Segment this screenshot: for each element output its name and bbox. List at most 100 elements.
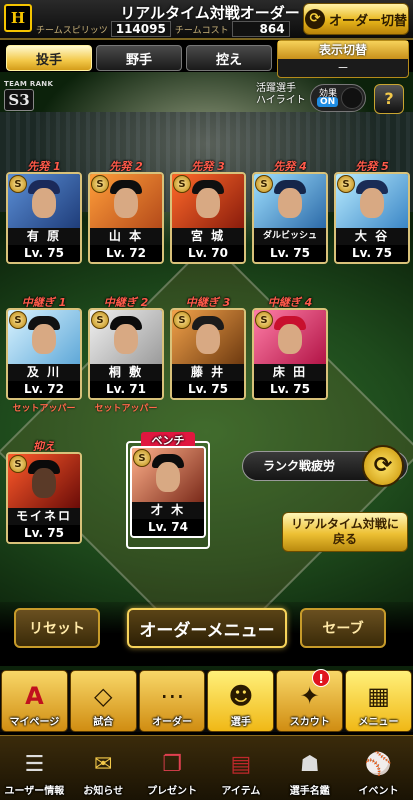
tab-reserve[interactable]: 控え <box>186 45 272 71</box>
nav-label: イベント <box>358 786 399 797</box>
nav-order[interactable]: ⋯ オーダー <box>138 670 206 732</box>
cycle-icon[interactable]: ⟳ <box>362 445 404 487</box>
player-name: 宮 城 <box>172 228 244 245</box>
player-face <box>278 324 302 354</box>
player-level: Lv. 72 <box>90 245 162 262</box>
player-card-reliever-3[interactable]: 中継ぎ 3 S 藤 井 Lv. 75 <box>169 294 247 400</box>
effect-toggle[interactable]: 効果 ON <box>310 84 366 112</box>
card-frame: S 有 原 Lv. 75 <box>6 172 82 264</box>
player-name: 及 川 <box>8 364 80 381</box>
player-card-reliever-1[interactable]: 中継ぎ 1 S 及 川 Lv. 72 セットアッパー <box>5 294 83 414</box>
team-spirit-value: 114095 <box>110 21 171 37</box>
nav-label: プレゼント <box>147 786 198 797</box>
nav-label: 選手名鑑 <box>289 786 330 797</box>
menu-icon: ▦ <box>367 682 390 710</box>
player-name: ダルビッシュ <box>254 228 326 245</box>
rank-s-icon: S <box>9 175 27 193</box>
player-face <box>196 324 220 354</box>
nav-label: マイページ <box>9 717 60 728</box>
rank-s-icon: S <box>173 175 191 193</box>
player-card-reliever-4[interactable]: 中継ぎ 4 S 床 田 Lv. 75 <box>251 294 329 400</box>
rank-s-icon: S <box>133 449 151 467</box>
save-button[interactable]: セーブ <box>300 608 386 648</box>
player-name: 大 谷 <box>336 228 408 245</box>
nav-players[interactable]: ☻ 選手 <box>207 670 275 732</box>
player-face <box>114 188 138 218</box>
player-level: Lv. 71 <box>90 381 162 398</box>
nav-label: メニュー <box>358 717 399 728</box>
player-card-starter-3[interactable]: 先発 3 S 宮 城 Lv. 70 <box>169 158 247 264</box>
player-name: 床 田 <box>254 364 326 381</box>
player-name: 山 本 <box>90 228 162 245</box>
effect-toggle-state: ON <box>317 97 339 107</box>
player-card-bench[interactable]: ベンチ S 才 木 Lv. 74 <box>129 432 207 538</box>
back-to-realtime-button[interactable]: リアルタイム対戦に 戻る <box>282 512 408 552</box>
card-frame: S 床 田 Lv. 75 <box>252 308 328 400</box>
reset-button[interactable]: リセット <box>14 608 100 648</box>
player-card-closer[interactable]: 抑え S モイネロ Lv. 75 <box>5 438 83 544</box>
order-switch-button[interactable]: ⟳ オーダー切替 <box>303 3 409 35</box>
card-frame: S 山 本 Lv. 72 <box>88 172 164 264</box>
nav-label: 選手 <box>230 717 251 728</box>
card-role: 中継ぎ 3 <box>185 296 231 309</box>
item-icon: ▤ <box>230 752 252 777</box>
nav-news[interactable]: ✉ お知らせ <box>69 736 138 800</box>
secondary-nav: ☰ ユーザー情報 ✉ お知らせ ❐ プレゼント ▤ アイテム ☗ 選手名鑑 ⚾ … <box>0 735 413 800</box>
player-level: Lv. 75 <box>254 381 326 398</box>
nav-present[interactable]: ❐ プレゼント <box>138 736 207 800</box>
card-frame: S 及 川 Lv. 72 <box>6 308 82 400</box>
nav-event[interactable]: ⚾ イベント <box>344 736 413 800</box>
player-face <box>32 468 56 498</box>
player-name: モイネロ <box>8 508 80 525</box>
nav-label: オーダー <box>152 717 193 728</box>
player-card-reliever-2[interactable]: 中継ぎ 2 S 桐 敷 Lv. 71 セットアッパー <box>87 294 165 414</box>
nav-mypage[interactable]: A マイページ <box>1 670 68 732</box>
player-level: Lv. 75 <box>254 245 326 262</box>
user-info-icon: ☰ <box>24 752 45 777</box>
card-frame: S ダルビッシュ Lv. 75 <box>252 172 328 264</box>
player-card-starter-1[interactable]: 先発 1 S 有 原 Lv. 75 <box>5 158 83 264</box>
display-switch-value: － <box>336 61 349 75</box>
news-icon: ✉ <box>94 752 113 777</box>
player-card-starter-2[interactable]: 先発 2 S 山 本 Lv. 72 <box>87 158 165 264</box>
card-role: 先発 1 <box>27 160 61 173</box>
order-menu-button[interactable]: オーダーメニュー <box>127 608 287 648</box>
display-switch-button[interactable]: 表示切替 － <box>277 40 409 78</box>
team-stats: チームスピリッツ 114095 チームコスト 864 <box>36 21 294 37</box>
player-face <box>32 188 56 218</box>
team-cost-label: チームコスト <box>174 25 229 36</box>
nav-label: ユーザー情報 <box>4 786 65 797</box>
nav-player-directory[interactable]: ☗ 選手名鑑 <box>275 736 344 800</box>
scout-icon: ✦ <box>299 682 320 710</box>
player-face <box>278 188 302 218</box>
page-title: リアルタイム対戦オーダー <box>120 4 300 22</box>
nav-scout[interactable]: ✦ スカウト ! <box>276 669 344 732</box>
player-name: 有 原 <box>8 228 80 245</box>
primary-nav: A マイページ ◇ 試合 ⋯ オーダー ☻ 選手 ✦ スカウト ! ▦ メニュー <box>0 669 413 732</box>
bench-label: ベンチ <box>141 432 195 447</box>
card-role: 先発 2 <box>109 160 143 173</box>
player-directory-icon: ☗ <box>299 752 320 777</box>
player-icon: ☻ <box>228 682 254 710</box>
rank-s-icon: S <box>91 311 109 329</box>
team-logo: H <box>4 4 32 32</box>
card-role: 中継ぎ 1 <box>21 296 67 309</box>
nav-menu[interactable]: ▦ メニュー <box>345 670 412 732</box>
tab-fielder[interactable]: 野手 <box>96 45 182 71</box>
help-button[interactable]: ? <box>374 84 404 114</box>
player-level: Lv. 75 <box>8 245 80 262</box>
player-card-starter-5[interactable]: 先発 5 S 大 谷 Lv. 75 <box>333 158 411 264</box>
team-rank: TEAM RANK S3 <box>4 80 56 111</box>
team-rank-label: TEAM RANK <box>4 80 54 88</box>
player-face <box>196 188 220 218</box>
nav-item-bag[interactable]: ▤ アイテム <box>206 736 275 800</box>
card-subrole: セットアッパー <box>12 404 76 414</box>
highlight-label-line1: 活躍選手 <box>256 83 296 94</box>
tab-pitcher[interactable]: 投手 <box>6 45 92 71</box>
rank-s-icon: S <box>255 311 273 329</box>
player-card-starter-4[interactable]: 先発 4 S ダルビッシュ Lv. 75 <box>251 158 329 264</box>
card-frame: S 桐 敷 Lv. 71 <box>88 308 164 400</box>
nav-game[interactable]: ◇ 試合 <box>69 670 137 732</box>
nav-label: お知らせ <box>83 786 124 797</box>
nav-user-info[interactable]: ☰ ユーザー情報 <box>0 736 69 800</box>
